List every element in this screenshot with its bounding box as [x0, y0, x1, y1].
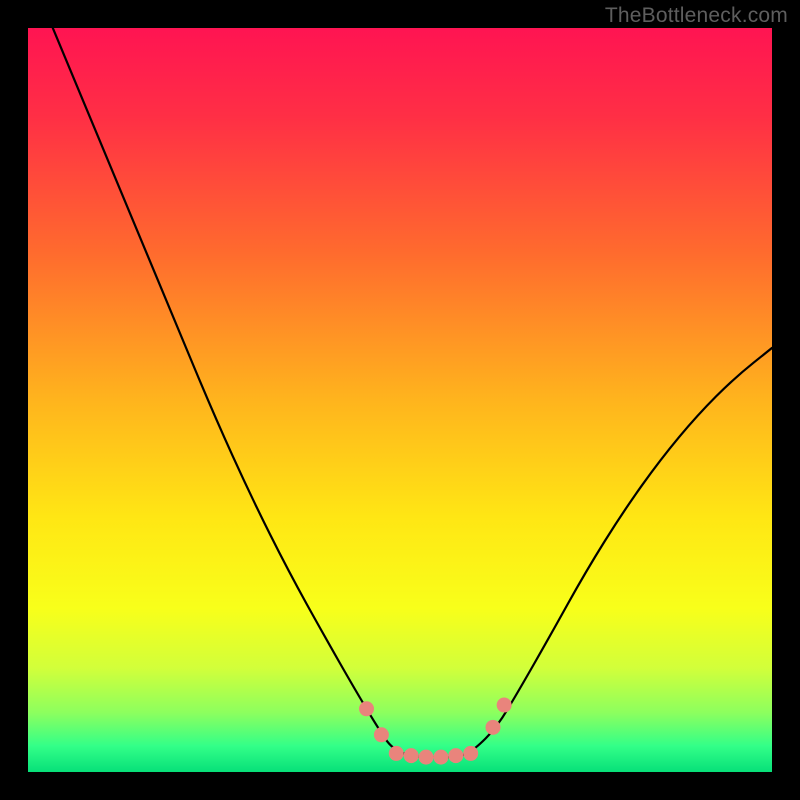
marker-dot: [433, 750, 448, 765]
marker-dot: [448, 748, 463, 763]
chart-frame: TheBottleneck.com: [0, 0, 800, 800]
plot-area: [28, 28, 772, 772]
watermark-text: TheBottleneck.com: [605, 4, 788, 28]
marker-dot: [497, 698, 512, 713]
marker-dot: [359, 701, 374, 716]
marker-dot: [463, 746, 478, 761]
optimal-range-dots: [359, 698, 512, 765]
marker-dot: [486, 720, 501, 735]
marker-dot: [374, 727, 389, 742]
marker-dot: [389, 746, 404, 761]
curve-layer: [28, 28, 772, 772]
bottleneck-curve: [28, 28, 772, 757]
marker-dot: [419, 750, 434, 765]
marker-dot: [404, 748, 419, 763]
